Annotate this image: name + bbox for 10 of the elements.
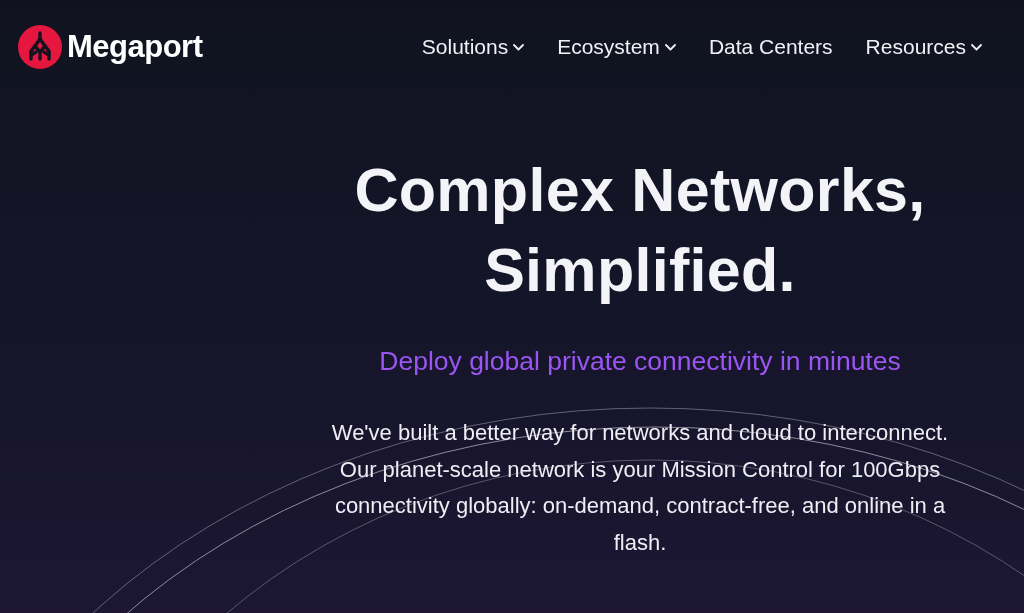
hero-heading: Complex Networks, Simplified. bbox=[353, 155, 927, 306]
nav-link[interactable]: Ecosystem bbox=[557, 35, 676, 59]
hero-tagline: Deploy global private connectivity in minutes bbox=[379, 346, 901, 377]
nav-link[interactable]: Resources bbox=[865, 35, 982, 59]
logo-text: Megaport bbox=[67, 29, 203, 65]
logo-icon bbox=[18, 25, 62, 69]
logo-link[interactable]: Megaport bbox=[18, 25, 203, 69]
hero-description: We've built a better way for networks and cloud to interconnect. Our planet-scale network is your Mission Control for 100Gbps connectivity globally: on-demand, contract-free, and online in a flash. bbox=[330, 419, 950, 557]
nav-link[interactable]: Solutions bbox=[421, 35, 525, 59]
nav-link[interactable]: Data Centers bbox=[708, 35, 833, 59]
